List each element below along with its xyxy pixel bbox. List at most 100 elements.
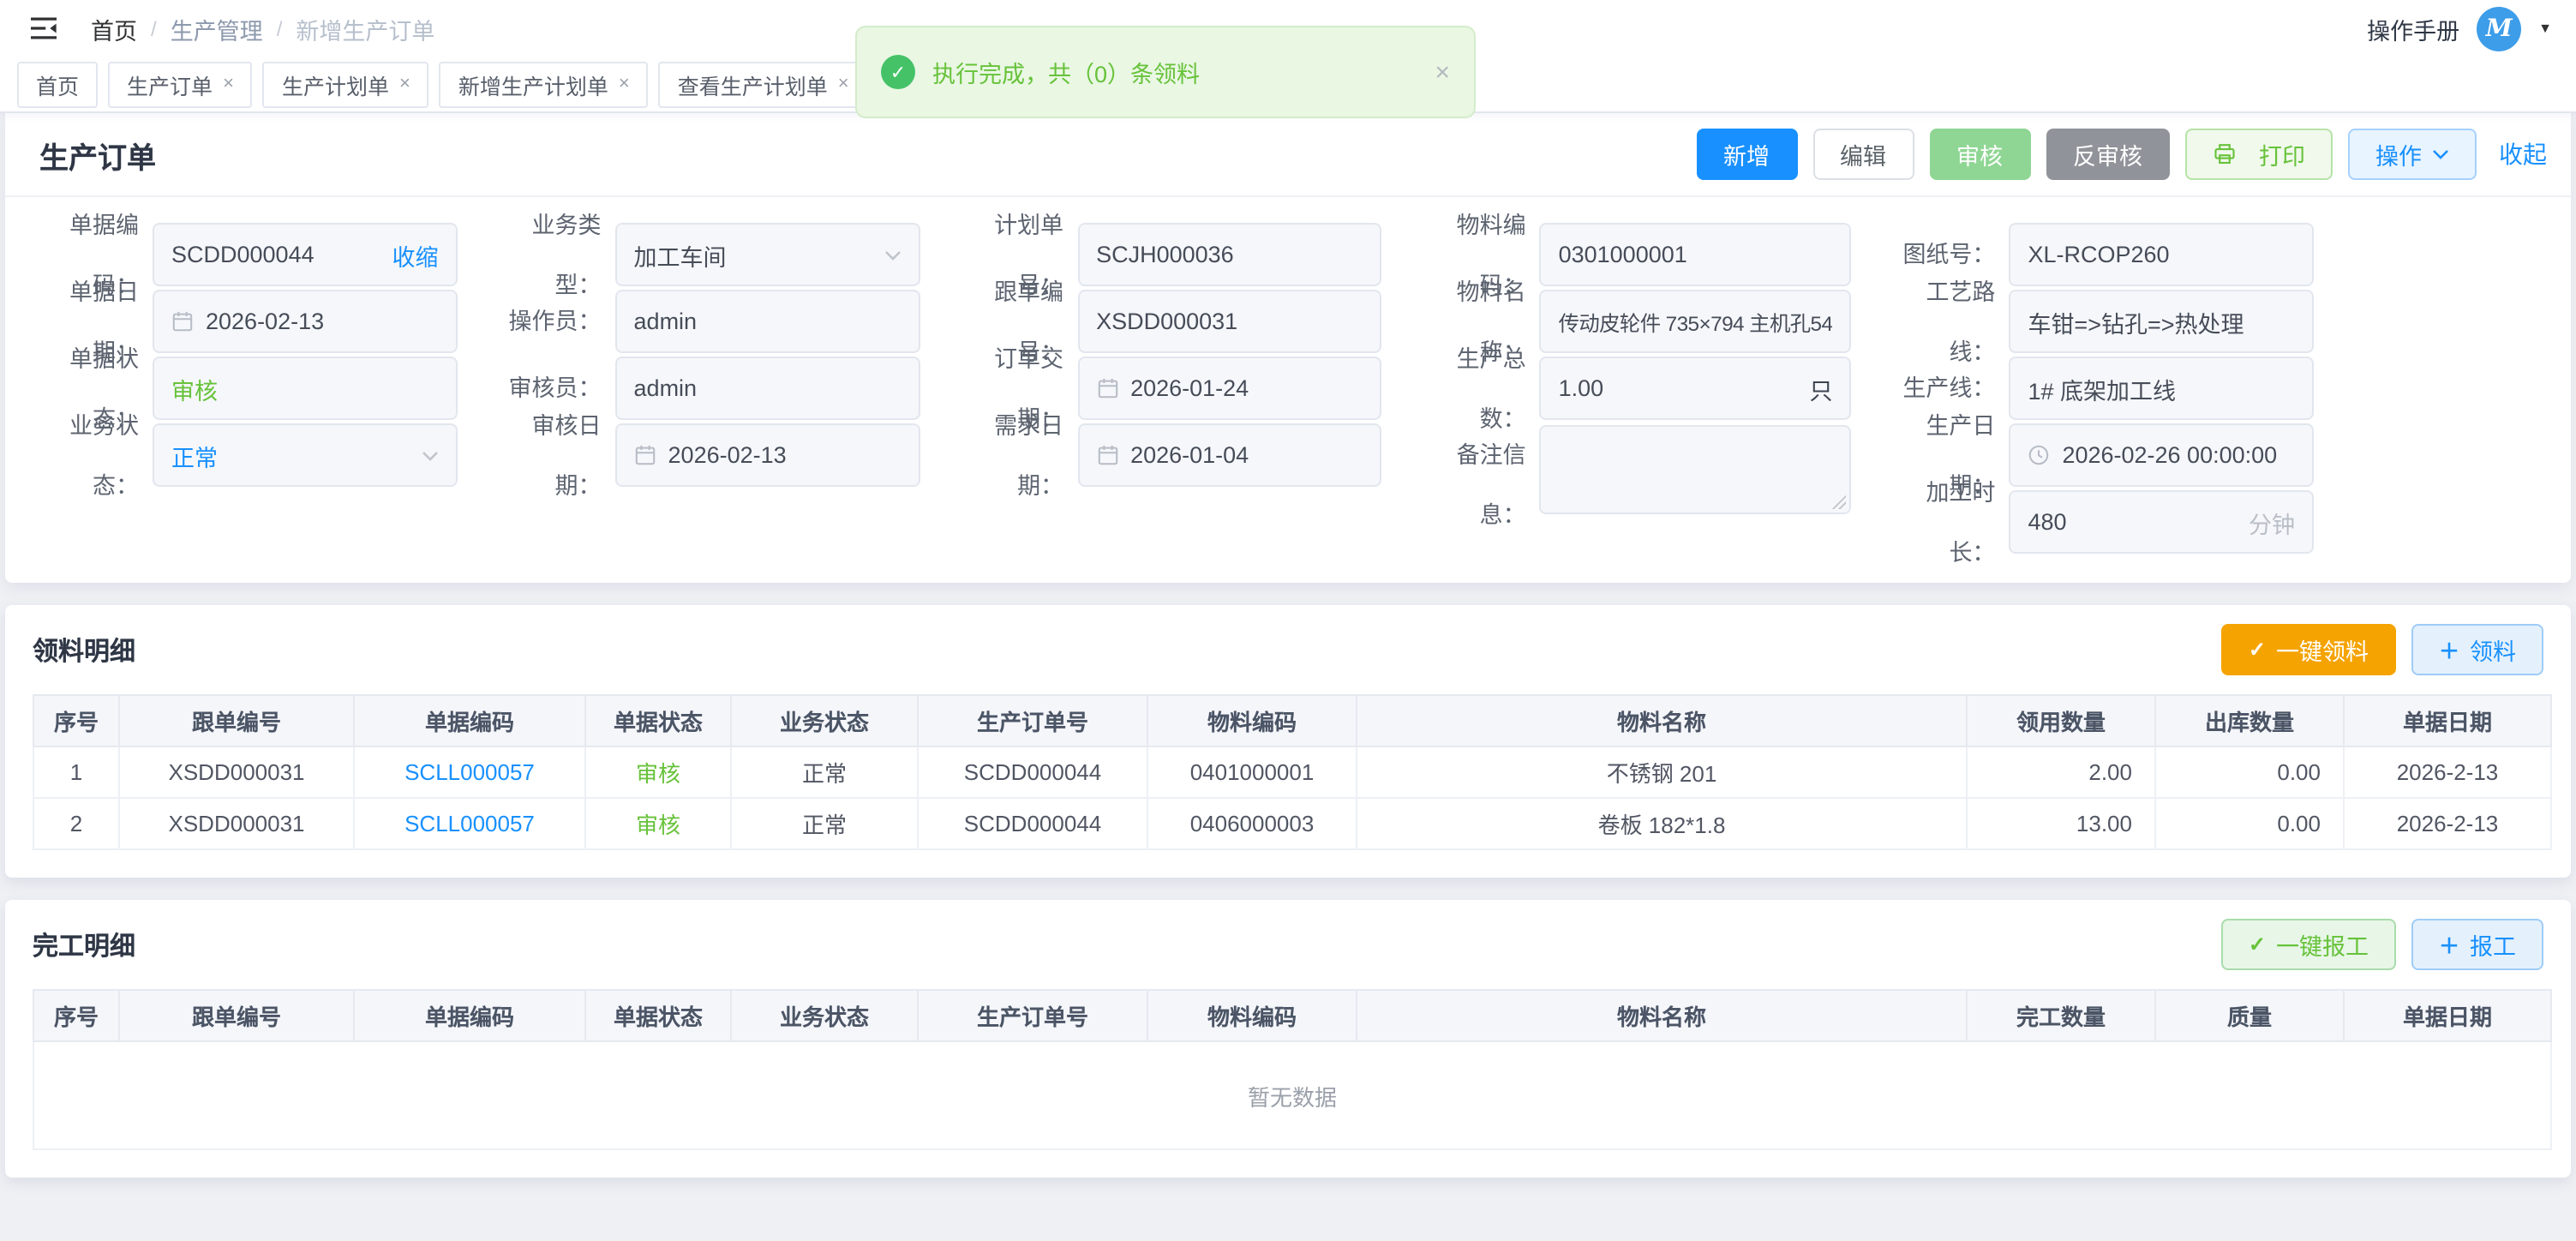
tracking-no-field[interactable]: XSDD000031 <box>1077 290 1382 353</box>
tab-close-icon[interactable]: × <box>223 75 234 93</box>
biz-status-select[interactable]: 正常 <box>153 423 458 487</box>
avatar[interactable]: M <box>2477 6 2521 51</box>
tab-new-production-plan[interactable]: 新增生产计划单× <box>440 61 649 107</box>
material-detail-card: 领料明细 ✓一键领料 ＋领料 序号 跟单编号 单据编码 单据状态 业务状态 生产… <box>5 605 2571 878</box>
col-header: 领用数量 <box>1967 695 2155 746</box>
tab-production-order[interactable]: 生产订单× <box>108 61 253 107</box>
add-button[interactable]: 新增 <box>1696 129 1797 180</box>
col-header: 物料编码 <box>1147 990 1357 1041</box>
calendar-icon <box>1096 444 1118 466</box>
finish-detail-card: 完工明细 ✓一键报工 ＋报工 序号 跟单编号 单据编码 单据状态 业务状态 生产… <box>5 900 2571 1178</box>
material-code-field[interactable]: 0301000001 <box>1540 223 1852 286</box>
page-title: 生产订单 <box>39 133 156 176</box>
material-section-buttons: ✓一键领料 ＋领料 <box>2221 624 2543 675</box>
col-header: 序号 <box>33 990 119 1041</box>
field-value: 2026-02-13 <box>668 442 787 468</box>
doc-code-link[interactable]: SCLL000057 <box>404 759 535 785</box>
process-route-field[interactable]: 车钳=>钻孔=>热处理 <box>2009 290 2314 353</box>
cell-biz-status: 正常 <box>731 746 918 798</box>
process-duration-field[interactable]: 480 分钟 <box>2009 490 2314 554</box>
chevron-down-icon <box>422 450 439 460</box>
one-click-requisition-button[interactable]: ✓一键领料 <box>2221 624 2396 675</box>
field-value: SCDD000044 <box>171 242 315 267</box>
tab-close-icon[interactable]: × <box>838 75 849 93</box>
add-requisition-button[interactable]: ＋领料 <box>2411 624 2543 675</box>
tab-close-icon[interactable]: × <box>619 75 630 93</box>
chevron-down-icon <box>884 249 901 260</box>
cell-po-no: SCDD000044 <box>918 798 1147 849</box>
one-click-report-button[interactable]: ✓一键报工 <box>2221 919 2396 970</box>
plus-icon: ＋ <box>2439 635 2459 664</box>
finish-section-title: 完工明细 <box>33 926 135 962</box>
drawing-no-field[interactable]: XL-RCOP260 <box>2009 223 2314 286</box>
manual-link[interactable]: 操作手册 <box>2367 11 2459 45</box>
field-label: 业务状态： <box>26 395 139 515</box>
doc-code-link[interactable]: SCLL000057 <box>404 811 535 836</box>
cell-out-qty: 0.00 <box>2155 798 2344 849</box>
audit-date-field[interactable]: 2026-02-13 <box>615 423 920 487</box>
auditor-field[interactable]: admin <box>615 357 920 420</box>
breadcrumb-production-mgmt[interactable]: 生产管理 <box>171 11 263 45</box>
col-header: 单据编码 <box>354 695 585 746</box>
doc-code-field[interactable]: SCDD000044 收缩 <box>153 223 458 286</box>
breadcrumb-home[interactable]: 首页 <box>91 11 137 45</box>
col-header: 跟单编号 <box>119 990 354 1041</box>
duration-unit: 分钟 <box>2249 505 2295 539</box>
field-value: 2026-01-24 <box>1130 375 1249 401</box>
breadcrumb-separator: / <box>277 16 283 40</box>
demand-date-field[interactable]: 2026-01-04 <box>1077 423 1382 487</box>
cell-req-qty: 2.00 <box>1967 746 2155 798</box>
field-label: 操作员： <box>488 291 602 351</box>
delivery-date-field[interactable]: 2026-01-24 <box>1077 357 1382 420</box>
cell-po-no: SCDD000044 <box>918 746 1147 798</box>
tab-close-icon[interactable]: × <box>399 75 410 93</box>
table-row[interactable]: 2 XSDD000031 SCLL000057 审核 正常 SCDD000044… <box>33 798 2551 849</box>
button-label: 一键报工 <box>2276 927 2369 962</box>
col-header: 序号 <box>33 695 119 746</box>
cell-biz-status: 正常 <box>731 798 918 849</box>
cell-no: 2 <box>33 798 119 849</box>
col-header: 出库数量 <box>2155 695 2344 746</box>
collapse-sidebar-icon[interactable] <box>26 11 60 45</box>
collapse-form-link[interactable]: 收起 <box>2499 137 2547 171</box>
production-date-field[interactable]: 2026-02-26 00:00:00 <box>2009 423 2314 487</box>
doc-status-field[interactable]: 审核 <box>153 357 458 420</box>
check-icon: ✓ <box>2249 638 2266 662</box>
toast-message: 执行完成，共（0）条领料 <box>932 55 1200 89</box>
plus-icon: ＋ <box>2439 930 2459 959</box>
field-value: 传动皮轮件 735×794 主机孔54 <box>1559 306 1833 337</box>
field-value: 480 <box>2028 509 2066 535</box>
material-name-field[interactable]: 传动皮轮件 735×794 主机孔54 <box>1540 290 1852 353</box>
status-value: 审核 <box>171 371 218 405</box>
edit-button[interactable]: 编辑 <box>1812 129 1914 180</box>
audit-button[interactable]: 审核 <box>1929 129 2030 180</box>
remark-textarea[interactable] <box>1540 425 1852 514</box>
print-button[interactable]: 打印 <box>2185 129 2333 180</box>
tab-production-plan[interactable]: 生产计划单× <box>263 61 429 107</box>
col-header: 物料名称 <box>1357 990 1967 1041</box>
actions-dropdown-button[interactable]: 操作 <box>2348 129 2477 180</box>
field-value: 加工车间 <box>634 237 727 272</box>
add-report-button[interactable]: ＋报工 <box>2411 919 2543 970</box>
table-row[interactable]: 1 XSDD000031 SCLL000057 审核 正常 SCDD000044… <box>33 746 2551 798</box>
success-check-icon: ✓ <box>881 55 915 89</box>
material-section-header: 领料明细 ✓一键领料 ＋领料 <box>33 624 2543 675</box>
toolbar: 新增 编辑 审核 反审核 打印 操作 收起 <box>1696 129 2547 180</box>
resize-grip-icon[interactable] <box>1830 494 1846 509</box>
toast-close-icon[interactable]: × <box>1435 57 1450 87</box>
cell-doc-date: 2026-2-13 <box>2344 798 2551 849</box>
reverse-audit-button[interactable]: 反审核 <box>2046 129 2170 180</box>
biz-type-select[interactable]: 加工车间 <box>615 223 920 286</box>
total-qty-field[interactable]: 1.00只 <box>1540 357 1852 420</box>
tab-view-production-plan[interactable]: 查看生产计划单× <box>659 61 868 107</box>
user-menu-caret-icon[interactable]: ▼ <box>2538 21 2552 36</box>
col-header: 生产订单号 <box>918 695 1147 746</box>
col-header: 质量 <box>2155 990 2344 1041</box>
tab-home[interactable]: 首页 <box>17 61 98 107</box>
field-value: 2026-02-26 00:00:00 <box>2062 442 2277 468</box>
plan-no-field[interactable]: SCJH000036 <box>1077 223 1382 286</box>
doc-date-field[interactable]: 2026-02-13 <box>153 290 458 353</box>
shrink-link[interactable]: 收缩 <box>392 237 439 272</box>
operator-field[interactable]: admin <box>615 290 920 353</box>
production-line-field[interactable]: 1# 底架加工线 <box>2009 357 2314 420</box>
